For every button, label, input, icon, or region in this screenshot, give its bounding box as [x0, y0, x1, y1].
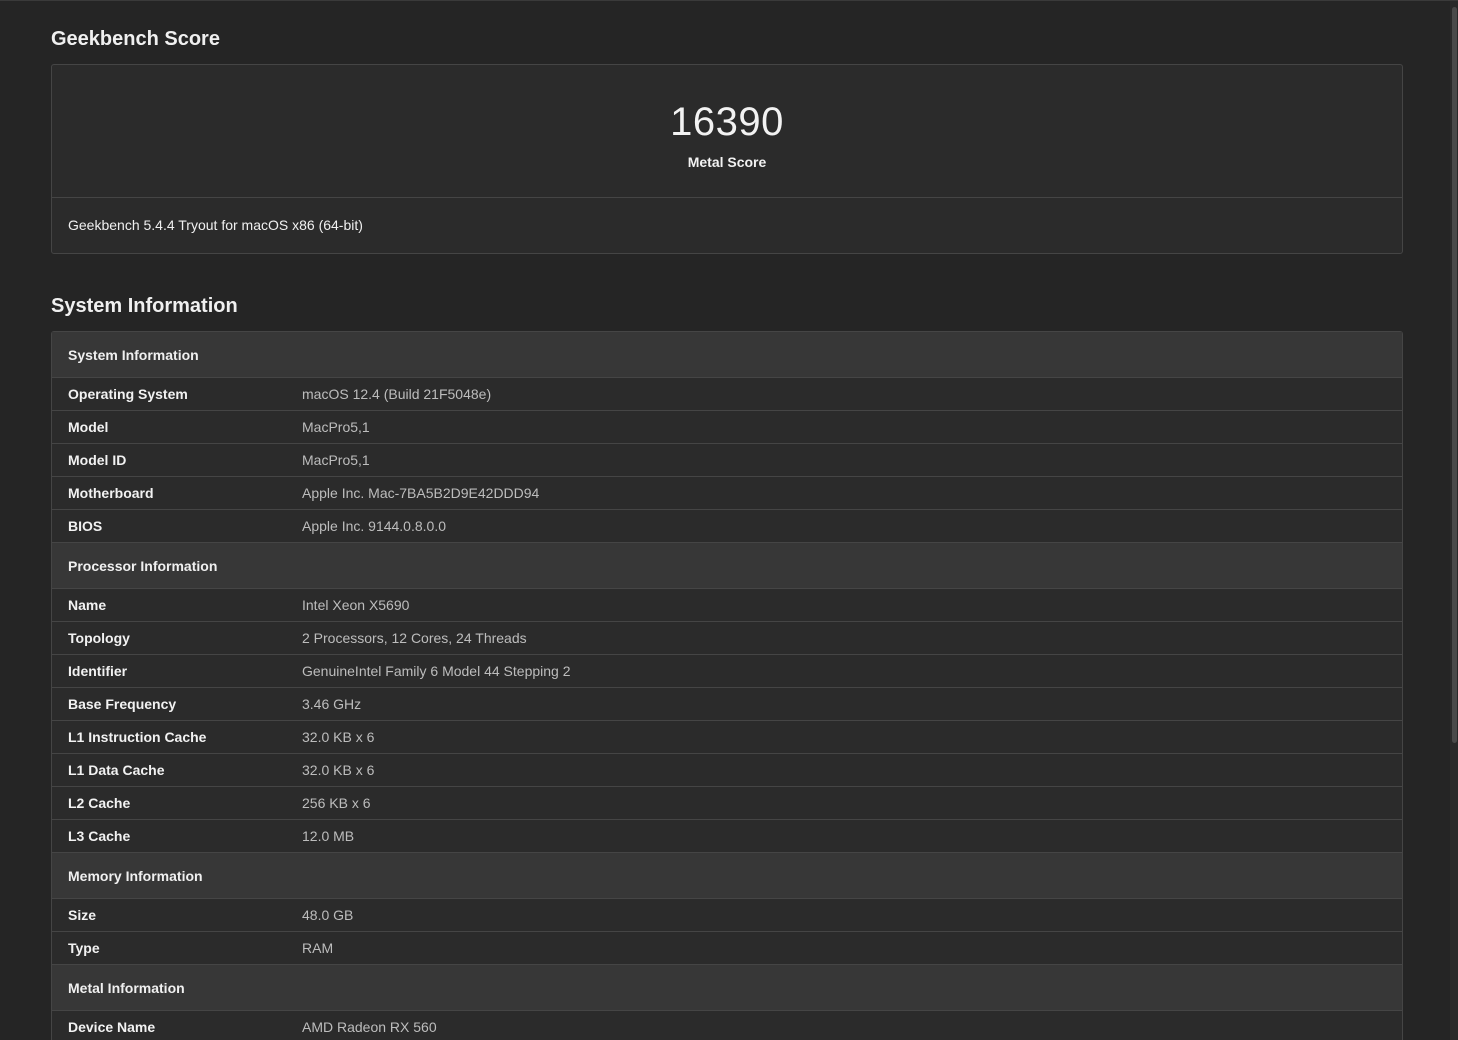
row-key: Model: [68, 419, 109, 435]
group-header-system: System Information: [52, 332, 1402, 378]
table-row: L3 Cache 12.0 MB: [52, 820, 1402, 853]
table-row: L1 Data Cache 32.0 KB x 6: [52, 754, 1402, 787]
row-key: L3 Cache: [68, 828, 131, 844]
row-key: L1 Instruction Cache: [68, 729, 207, 745]
row-key: Topology: [68, 630, 130, 646]
metal-score-label: Metal Score: [687, 154, 767, 170]
row-key: Identifier: [68, 663, 128, 679]
score-summary: 16390 Metal Score: [52, 65, 1402, 198]
row-key: Model ID: [68, 452, 127, 468]
row-value: GenuineIntel Family 6 Model 44 Stepping …: [302, 663, 571, 679]
row-key: BIOS: [68, 518, 103, 534]
row-value: 3.46 GHz: [302, 696, 362, 712]
row-value: 32.0 KB x 6: [302, 729, 375, 745]
table-row: Topology 2 Processors, 12 Cores, 24 Thre…: [52, 622, 1402, 655]
scrollbar-thumb[interactable]: [1452, 7, 1457, 743]
row-value: MacPro5,1: [302, 452, 370, 468]
table-row: Motherboard Apple Inc. Mac-7BA5B2D9E42DD…: [52, 477, 1402, 510]
group-header-processor: Processor Information: [52, 543, 1402, 589]
table-row: Type RAM: [52, 932, 1402, 965]
table-row: L1 Instruction Cache 32.0 KB x 6: [52, 721, 1402, 754]
row-key: L1 Data Cache: [68, 762, 165, 778]
row-value: macOS 12.4 (Build 21F5048e): [302, 386, 492, 402]
table-row: Size 48.0 GB: [52, 899, 1402, 932]
group-header-memory: Memory Information: [52, 853, 1402, 899]
row-key: Name: [68, 597, 107, 613]
row-key: Type: [68, 940, 100, 956]
table-row: Base Frequency 3.46 GHz: [52, 688, 1402, 721]
table-row: Device Name AMD Radeon RX 560: [52, 1011, 1402, 1040]
table-row: Name Intel Xeon X5690: [52, 589, 1402, 622]
geekbench-score-heading: Geekbench Score: [51, 28, 220, 50]
row-key: Base Frequency: [68, 696, 177, 712]
score-card: 16390 Metal Score Geekbench 5.4.4 Tryout…: [51, 64, 1403, 254]
row-value: 256 KB x 6: [302, 795, 371, 811]
metal-score-value: 16390: [670, 100, 784, 144]
row-value: 32.0 KB x 6: [302, 762, 375, 778]
table-row: BIOS Apple Inc. 9144.0.8.0.0: [52, 510, 1402, 543]
group-header-metal: Metal Information: [52, 965, 1402, 1011]
table-row: Model MacPro5,1: [52, 411, 1402, 444]
row-value: AMD Radeon RX 560: [302, 1019, 437, 1035]
row-key: Operating System: [68, 386, 188, 402]
system-information-table: System Information Operating System macO…: [51, 331, 1403, 1040]
row-key: Size: [68, 907, 97, 923]
table-row: Model ID MacPro5,1: [52, 444, 1402, 477]
table-row: L2 Cache 256 KB x 6: [52, 787, 1402, 820]
row-value: 12.0 MB: [302, 828, 355, 844]
geekbench-version: Geekbench 5.4.4 Tryout for macOS x86 (64…: [68, 217, 363, 233]
system-information-heading: System Information: [51, 295, 238, 317]
row-key: Device Name: [68, 1019, 156, 1035]
row-key: L2 Cache: [68, 795, 131, 811]
vertical-scrollbar[interactable]: [1450, 1, 1458, 1040]
row-value: Intel Xeon X5690: [302, 597, 410, 613]
row-value: RAM: [302, 940, 334, 956]
row-value: 48.0 GB: [302, 907, 354, 923]
row-value: Apple Inc. Mac-7BA5B2D9E42DDD94: [302, 485, 540, 501]
row-value: MacPro5,1: [302, 419, 370, 435]
table-row: Identifier GenuineIntel Family 6 Model 4…: [52, 655, 1402, 688]
row-value: 2 Processors, 12 Cores, 24 Threads: [302, 630, 527, 646]
table-row: Operating System macOS 12.4 (Build 21F50…: [52, 378, 1402, 411]
page-viewport: Geekbench Score 16390 Metal Score Geekbe…: [0, 0, 1458, 1040]
row-key: Motherboard: [68, 485, 154, 501]
row-value: Apple Inc. 9144.0.8.0.0: [302, 518, 446, 534]
